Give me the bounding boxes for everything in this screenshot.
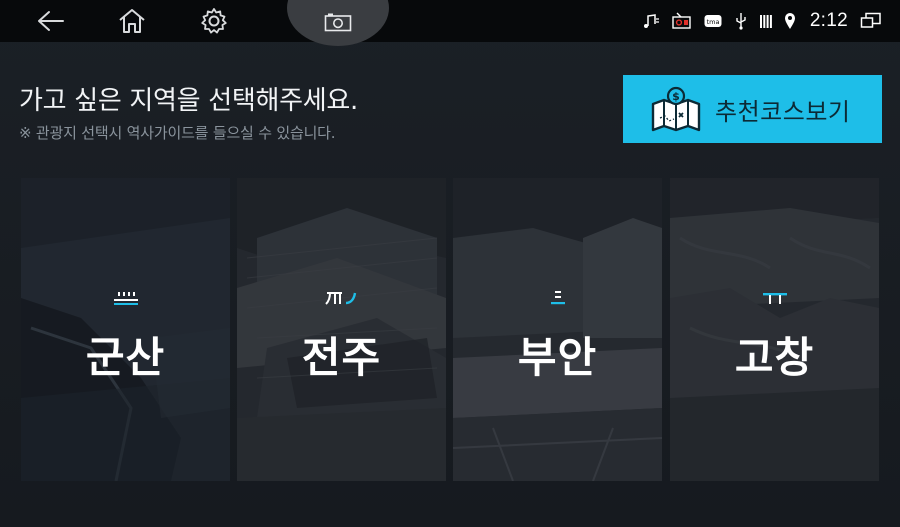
tmap-icon: tma — [704, 13, 722, 29]
location-pin-icon — [784, 12, 796, 30]
back-arrow-icon[interactable] — [30, 4, 70, 38]
home-icon[interactable] — [112, 4, 152, 38]
region-card-list: 군산 전주 부안 고창 — [21, 178, 879, 481]
app-screen: tma 2:12 가고 싶은 지역을 선택해주세요. ※ 관광지 선택시 역사가… — [0, 0, 900, 527]
gochang-emblem-icon — [670, 290, 879, 306]
gunsan-emblem-icon — [21, 290, 230, 306]
region-card-gunsan[interactable]: 군산 — [21, 178, 230, 481]
radio-record-icon — [672, 12, 692, 30]
recommend-course-button[interactable]: $ 추천코스보기 — [623, 75, 882, 143]
jeonju-emblem-icon — [237, 290, 446, 306]
camera-icon — [324, 13, 352, 32]
buan-emblem-icon — [453, 290, 662, 306]
screen-mirror-icon[interactable] — [860, 12, 882, 30]
status-icons: tma 2:12 — [642, 0, 882, 42]
map-dollar-icon: $ — [651, 86, 701, 132]
region-name: 전주 — [301, 333, 382, 382]
usb-icon — [734, 12, 748, 30]
svg-text:$: $ — [672, 90, 680, 103]
signal-bars-icon — [759, 13, 772, 29]
music-note-icon — [642, 12, 660, 30]
svg-text:tma: tma — [706, 18, 719, 26]
page-title: 가고 싶은 지역을 선택해주세요. — [19, 86, 358, 116]
region-card-gochang[interactable]: 고창 — [670, 178, 879, 481]
camera-button[interactable] — [287, 0, 389, 46]
recommend-course-label: 추천코스보기 — [715, 97, 851, 126]
region-name: 군산 — [85, 333, 166, 382]
gear-icon[interactable] — [194, 4, 234, 38]
page-subtitle: ※ 관광지 선택시 역사가이드를 들으실 수 있습니다. — [19, 124, 336, 142]
region-card-buan[interactable]: 부안 — [453, 178, 662, 481]
region-name: 부안 — [517, 333, 598, 382]
top-bar: tma 2:12 — [0, 0, 900, 46]
region-name: 고창 — [734, 333, 815, 382]
region-card-jeonju[interactable]: 전주 — [237, 178, 446, 481]
status-time: 2:12 — [809, 10, 848, 31]
